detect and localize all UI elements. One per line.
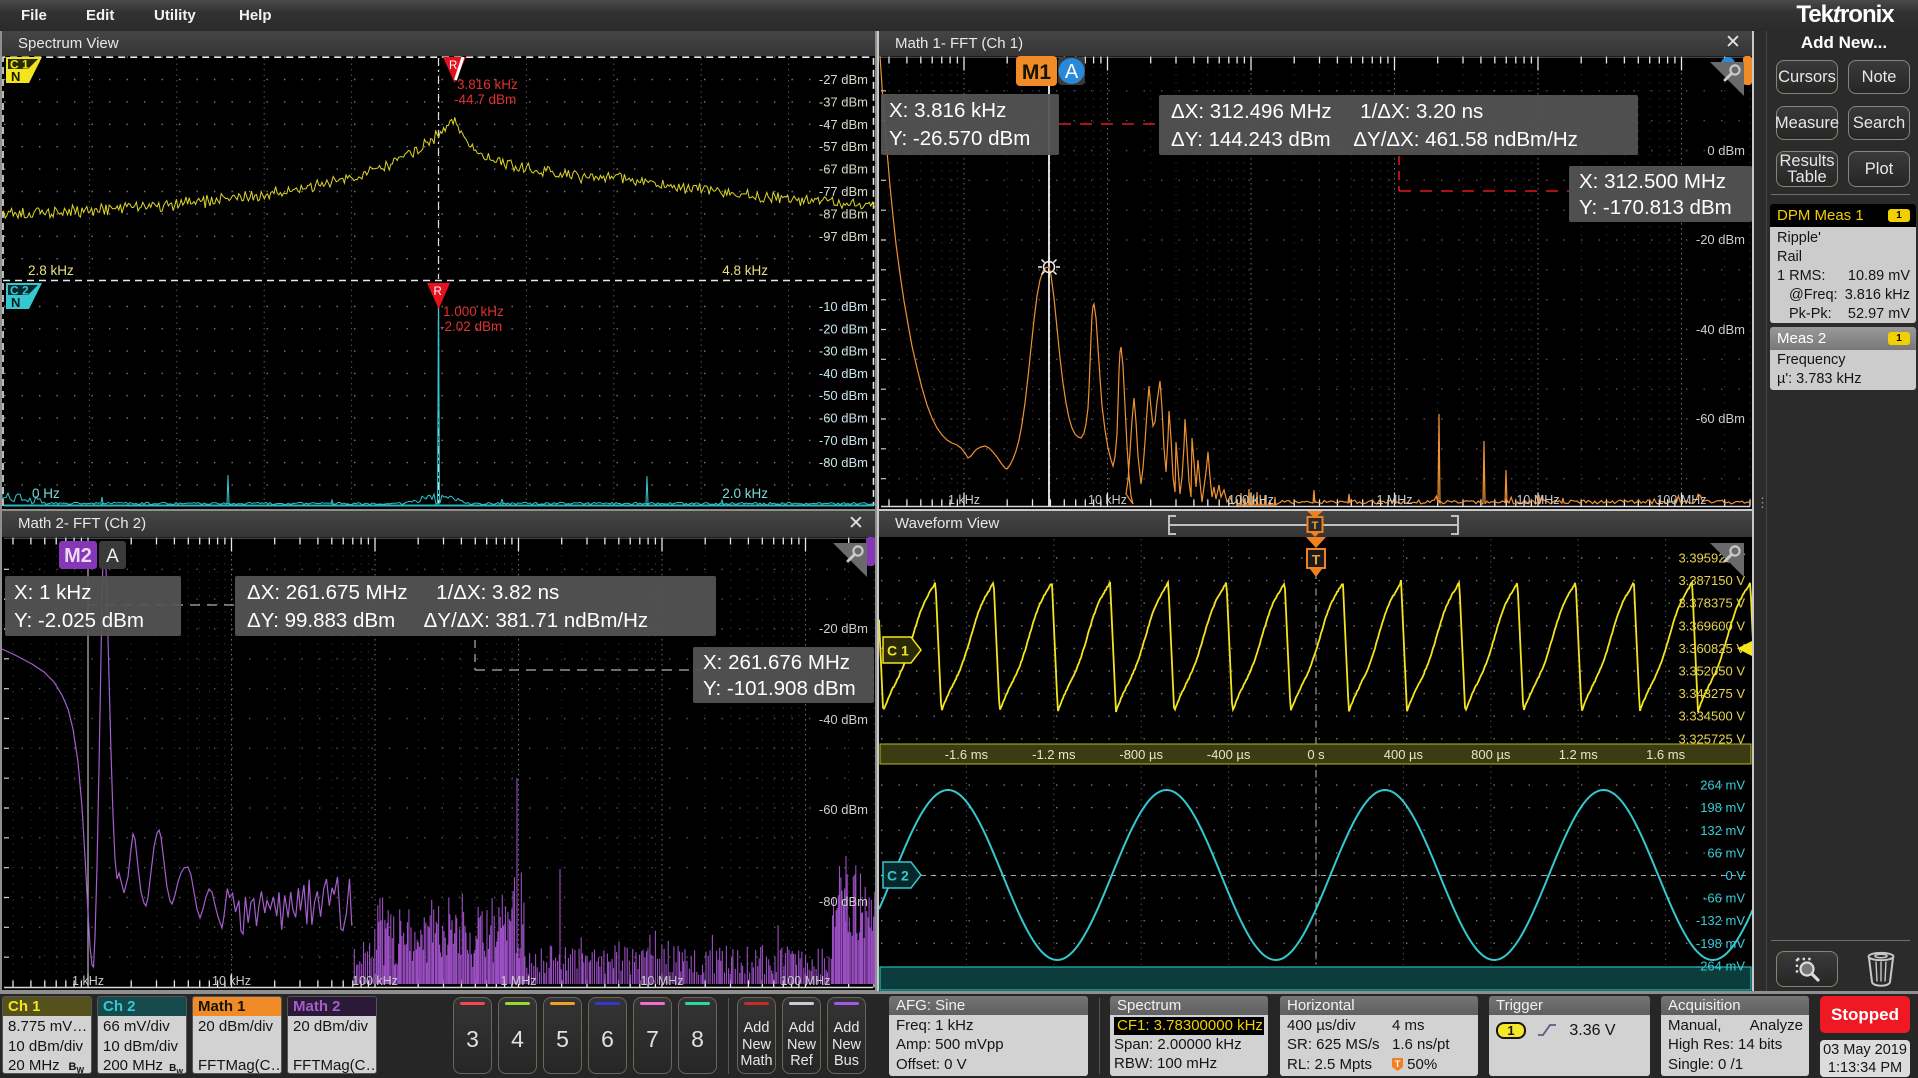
svg-text:800 µs: 800 µs — [1471, 747, 1511, 762]
svg-text:1.6 ms: 1.6 ms — [1646, 747, 1686, 762]
svg-text:-67 dBm: -67 dBm — [819, 162, 868, 177]
svg-text:3.387150 V: 3.387150 V — [1678, 573, 1745, 588]
svg-text:0 Hz: 0 Hz — [32, 486, 60, 501]
svg-text:-2.02 dBm: -2.02 dBm — [440, 319, 502, 334]
svg-text:0 s: 0 s — [1307, 747, 1325, 762]
svg-text:-30 dBm: -30 dBm — [819, 344, 868, 359]
svg-text:10 kHz: 10 kHz — [212, 974, 251, 988]
svg-text:N: N — [11, 69, 20, 84]
svg-text:1.000 kHz: 1.000 kHz — [443, 304, 504, 319]
svg-text:-44.7 dBm: -44.7 dBm — [454, 92, 516, 107]
svg-text:N: N — [11, 295, 20, 310]
svg-text:-27 dBm: -27 dBm — [819, 72, 868, 87]
svg-text:R: R — [449, 60, 457, 72]
svg-text:-60 dBm: -60 dBm — [819, 802, 868, 817]
svg-text:-10 dBm: -10 dBm — [819, 299, 868, 314]
svg-text:1 MHz: 1 MHz — [1376, 493, 1412, 507]
svg-text:T: T — [1395, 1059, 1401, 1069]
svg-text:10 MHz: 10 MHz — [640, 974, 683, 988]
svg-text:2.8 kHz: 2.8 kHz — [28, 263, 74, 278]
svg-text:10 kHz: 10 kHz — [1088, 493, 1127, 507]
svg-text:400 µs: 400 µs — [1384, 747, 1424, 762]
svg-text:66 mV: 66 mV — [1707, 845, 1745, 860]
svg-text:100 kHz: 100 kHz — [1228, 493, 1274, 507]
svg-text:100 kHz: 100 kHz — [352, 974, 398, 988]
svg-text:-264 mV: -264 mV — [1696, 958, 1745, 973]
svg-text:1 MHz: 1 MHz — [500, 974, 536, 988]
svg-text:-20 dBm: -20 dBm — [819, 321, 868, 336]
svg-text:4.8 kHz: 4.8 kHz — [722, 263, 768, 278]
svg-text:C 2: C 2 — [887, 868, 909, 884]
svg-text:198 mV: 198 mV — [1700, 800, 1745, 815]
svg-text:A: A — [1065, 61, 1079, 83]
svg-text:100 MHz: 100 MHz — [1656, 493, 1706, 507]
svg-text:-60 dBm: -60 dBm — [819, 411, 868, 426]
svg-text:264 mV: 264 mV — [1700, 778, 1745, 793]
svg-text:-57 dBm: -57 dBm — [819, 139, 868, 154]
svg-text:0 dBm: 0 dBm — [1707, 143, 1745, 158]
svg-text:-20 dBm: -20 dBm — [1696, 232, 1745, 247]
svg-text:1 kHz: 1 kHz — [948, 493, 980, 507]
svg-text:-77 dBm: -77 dBm — [819, 184, 868, 199]
svg-text:M1: M1 — [1022, 61, 1051, 84]
svg-text:-37 dBm: -37 dBm — [819, 94, 868, 109]
svg-text:100 MHz: 100 MHz — [780, 974, 830, 988]
svg-text:R: R — [434, 286, 442, 298]
svg-text:-47 dBm: -47 dBm — [819, 117, 868, 132]
svg-text:-97 dBm: -97 dBm — [819, 229, 868, 244]
svg-text:-66 mV: -66 mV — [1703, 891, 1745, 906]
svg-text:3.343275 V: 3.343275 V — [1678, 686, 1745, 701]
svg-text:1.2 ms: 1.2 ms — [1559, 747, 1599, 762]
svg-text:3.352050 V: 3.352050 V — [1678, 664, 1745, 679]
svg-text:-1.2 ms: -1.2 ms — [1032, 747, 1076, 762]
svg-text:-132 mV: -132 mV — [1696, 913, 1745, 928]
svg-text:3.816 kHz: 3.816 kHz — [457, 77, 518, 92]
svg-text:A: A — [106, 546, 119, 567]
svg-text:10 MHz: 10 MHz — [1516, 493, 1559, 507]
svg-text:-50 dBm: -50 dBm — [819, 388, 868, 403]
svg-text:-20 dBm: -20 dBm — [819, 621, 868, 636]
svg-text:-40 dBm: -40 dBm — [819, 712, 868, 727]
svg-text:-80 dBm: -80 dBm — [819, 894, 868, 909]
svg-text:2.0 kHz: 2.0 kHz — [722, 486, 768, 501]
svg-text:3.360825 V: 3.360825 V — [1678, 641, 1745, 656]
svg-text:-40 dBm: -40 dBm — [1696, 322, 1745, 337]
svg-text:M2: M2 — [64, 545, 92, 567]
svg-text:-80 dBm: -80 dBm — [819, 455, 868, 470]
svg-text:132 mV: 132 mV — [1700, 823, 1745, 838]
svg-text:-70 dBm: -70 dBm — [819, 433, 868, 448]
svg-text:1 kHz: 1 kHz — [72, 974, 104, 988]
svg-text:T: T — [1312, 552, 1321, 568]
svg-text:C 1: C 1 — [887, 643, 909, 659]
svg-text:-198 mV: -198 mV — [1696, 936, 1745, 951]
svg-text:3.378375 V: 3.378375 V — [1678, 596, 1745, 611]
svg-text:3.334500 V: 3.334500 V — [1678, 709, 1745, 724]
svg-text:-60 dBm: -60 dBm — [1696, 411, 1745, 426]
svg-text:T: T — [1312, 520, 1319, 532]
svg-text:0 V: 0 V — [1725, 868, 1745, 883]
svg-text:-1.6 ms: -1.6 ms — [945, 747, 989, 762]
svg-text:-40 dBm: -40 dBm — [819, 366, 868, 381]
svg-text:-800 µs: -800 µs — [1119, 747, 1163, 762]
svg-text:-87 dBm: -87 dBm — [819, 206, 868, 221]
svg-text:3.369600 V: 3.369600 V — [1678, 618, 1745, 633]
svg-text:-400 µs: -400 µs — [1207, 747, 1251, 762]
